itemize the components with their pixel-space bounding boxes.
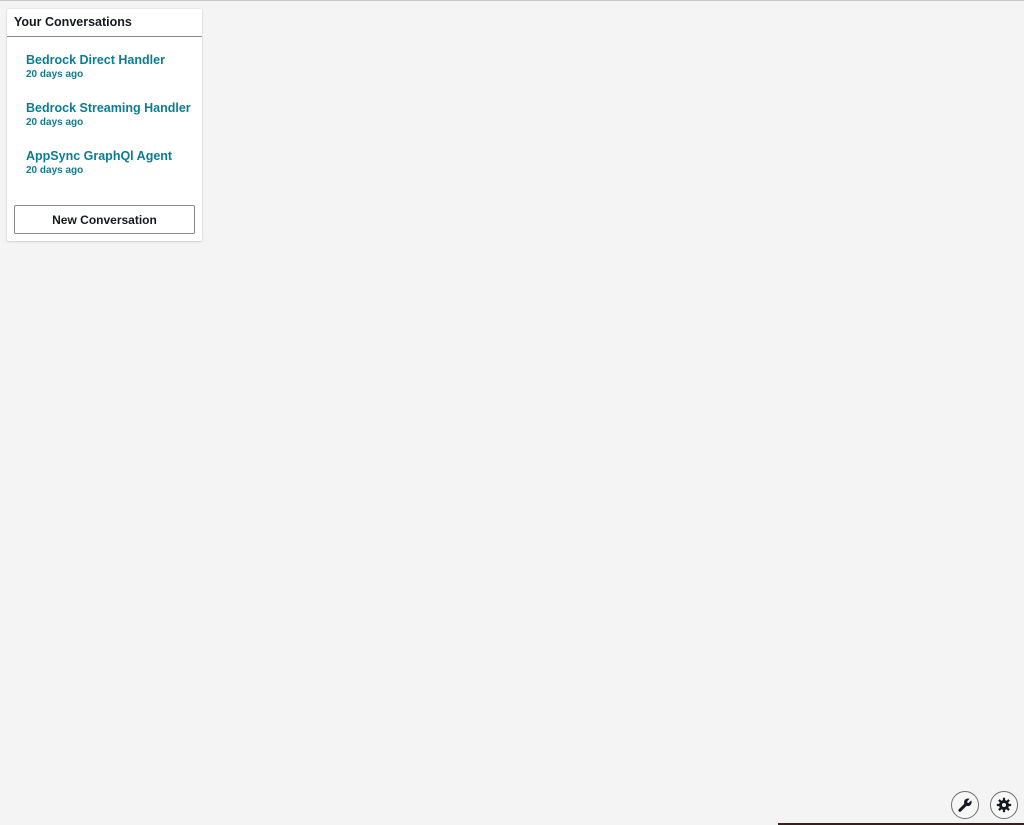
conversation-item[interactable]: Bedrock Direct Handler 20 days ago xyxy=(7,53,202,81)
wrench-icon xyxy=(957,797,973,813)
tools-button[interactable] xyxy=(951,791,979,819)
conversation-title[interactable]: Bedrock Streaming Handler xyxy=(26,101,202,116)
conversation-title[interactable]: Bedrock Direct Handler xyxy=(26,53,202,68)
conversation-timestamp: 20 days ago xyxy=(26,69,84,80)
conversations-panel: Your Conversations Bedrock Direct Handle… xyxy=(7,9,202,241)
conversation-timestamp: 20 days ago xyxy=(26,117,84,128)
panel-title: Your Conversations xyxy=(7,9,202,37)
gear-icon xyxy=(996,797,1012,813)
conversation-title[interactable]: AppSync GraphQl Agent xyxy=(26,149,202,164)
settings-button[interactable] xyxy=(990,791,1018,819)
conversation-item[interactable]: AppSync GraphQl Agent 20 days ago xyxy=(7,149,202,177)
conversation-item[interactable]: Bedrock Streaming Handler 20 days ago xyxy=(7,101,202,129)
conversation-timestamp: 20 days ago xyxy=(26,165,84,176)
conversation-list: Bedrock Direct Handler 20 days ago Bedro… xyxy=(7,53,202,177)
new-conversation-button[interactable]: New Conversation xyxy=(14,205,195,234)
